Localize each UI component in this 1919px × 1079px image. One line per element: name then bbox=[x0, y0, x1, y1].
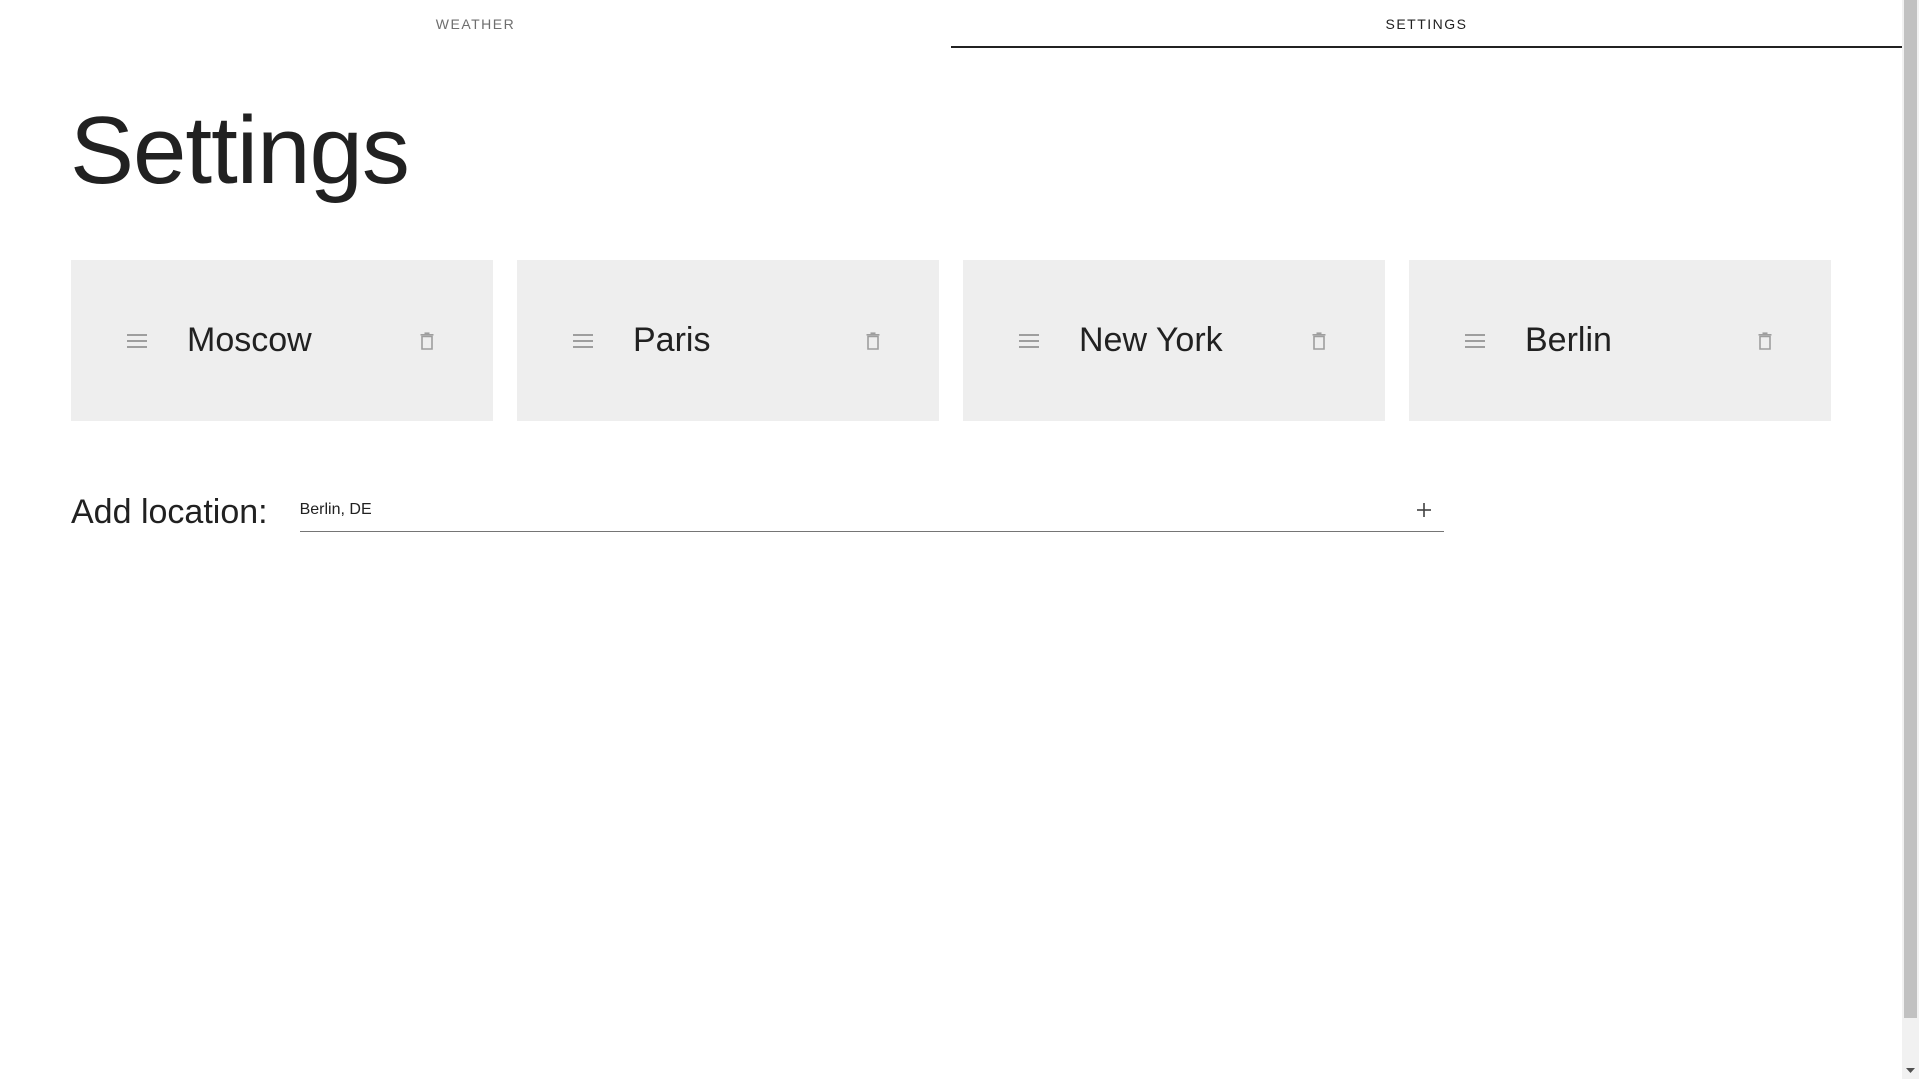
tab-bar: WEATHER SETTINGS bbox=[0, 0, 1902, 48]
tab-weather-indicator bbox=[0, 46, 951, 48]
delete-location-button[interactable] bbox=[416, 330, 438, 352]
location-name: Paris bbox=[633, 321, 711, 359]
trash-icon bbox=[1312, 331, 1326, 350]
trash-icon bbox=[420, 331, 434, 350]
delete-location-button[interactable] bbox=[1754, 330, 1776, 352]
drag-handle-icon[interactable] bbox=[573, 333, 593, 348]
tab-settings-label: SETTINGS bbox=[1385, 16, 1468, 32]
plus-icon bbox=[1416, 502, 1431, 517]
tab-weather[interactable]: WEATHER bbox=[0, 0, 951, 48]
drag-handle-icon[interactable] bbox=[1465, 333, 1485, 348]
delete-location-button[interactable] bbox=[1308, 330, 1330, 352]
page-title: Settings bbox=[70, 97, 410, 204]
tab-settings-indicator bbox=[951, 46, 1902, 48]
scroll-down-icon[interactable] bbox=[1902, 1062, 1919, 1079]
location-card-berlin[interactable]: Berlin bbox=[1409, 260, 1831, 421]
location-list: Moscow Paris New York Berlin bbox=[71, 260, 1831, 421]
location-card-new-york[interactable]: New York bbox=[963, 260, 1385, 421]
add-location-field bbox=[299, 488, 1444, 532]
vertical-scrollbar[interactable] bbox=[1902, 0, 1919, 1079]
delete-location-button[interactable] bbox=[862, 330, 884, 352]
location-card-moscow[interactable]: Moscow bbox=[71, 260, 493, 421]
trash-icon bbox=[866, 331, 880, 350]
scrollbar-thumb[interactable] bbox=[1904, 0, 1917, 1018]
page: WEATHER SETTINGS Settings Moscow Paris N… bbox=[0, 0, 1919, 1079]
drag-handle-icon[interactable] bbox=[1019, 333, 1039, 348]
add-location-input[interactable] bbox=[299, 494, 1410, 525]
add-location-button[interactable] bbox=[1410, 496, 1438, 524]
trash-icon bbox=[1758, 331, 1772, 350]
location-name: New York bbox=[1079, 321, 1223, 359]
location-card-paris[interactable]: Paris bbox=[517, 260, 939, 421]
location-name: Berlin bbox=[1525, 321, 1612, 359]
add-location-label: Add location: bbox=[71, 493, 268, 531]
location-name: Moscow bbox=[187, 321, 312, 359]
tab-settings[interactable]: SETTINGS bbox=[951, 0, 1902, 48]
drag-handle-icon[interactable] bbox=[127, 333, 147, 348]
tab-weather-label: WEATHER bbox=[435, 16, 516, 32]
add-location-form: Add location: bbox=[71, 488, 1444, 536]
